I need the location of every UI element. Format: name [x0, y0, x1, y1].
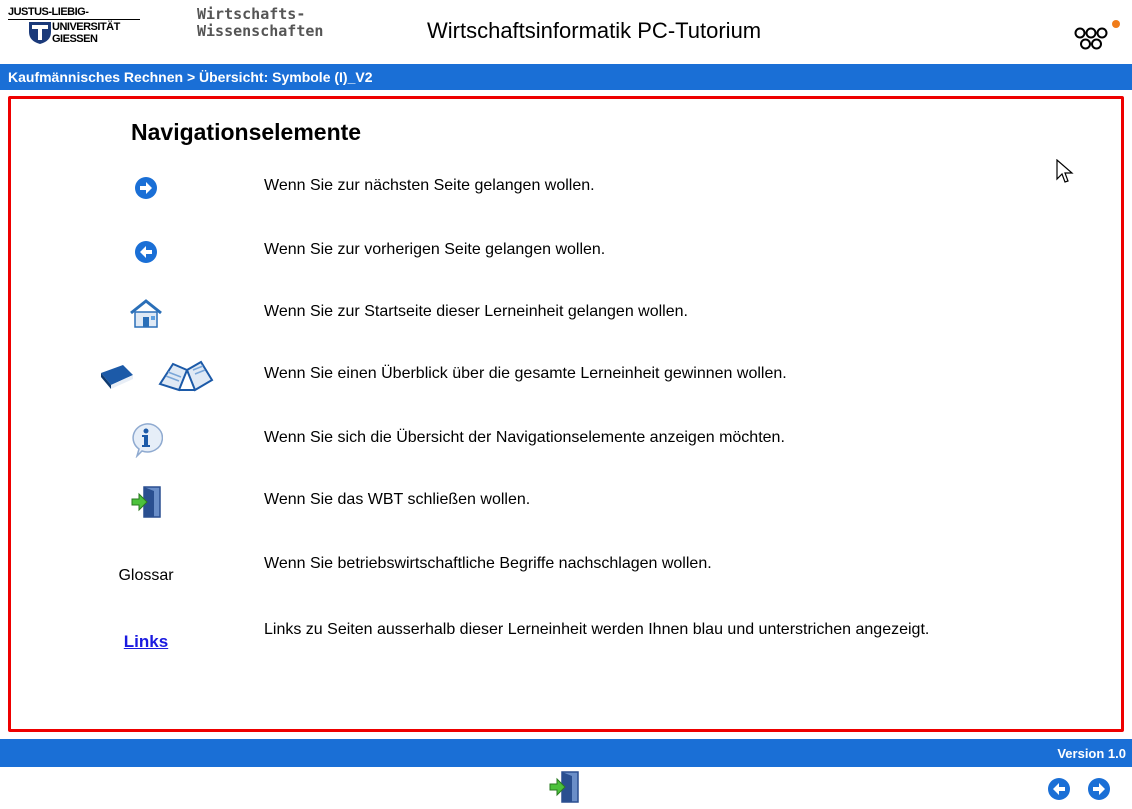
list-item: Wenn Sie zur vorherigen Seite gelangen w… — [11, 227, 1111, 277]
shield-icon — [29, 22, 51, 44]
faculty-line2: Wissenschaften — [197, 22, 324, 40]
logo-text-line1: JUSTUS-LIEBIG- — [8, 6, 89, 18]
ooo-logo-icon — [1074, 20, 1120, 50]
logo-text-line2: UNIVERSITÄT — [52, 21, 120, 33]
home-icon — [130, 299, 162, 328]
next-page-button[interactable] — [1087, 777, 1111, 806]
row-description: Wenn Sie betriebswirtschaftliche Begriff… — [264, 555, 712, 572]
row-description: Links zu Seiten ausserhalb dieser Lernei… — [264, 621, 930, 638]
list-item: Wenn Sie zur Startseite dieser Lerneinhe… — [11, 289, 1111, 339]
version-label: Version 1.0 — [1057, 746, 1126, 761]
list-item: Glossar Wenn Sie betriebswirtschaftliche… — [11, 541, 1111, 591]
icon-cell — [71, 477, 221, 527]
header: JUSTUS-LIEBIG- UNIVERSITÄT GIESSEN Wirts… — [0, 0, 1132, 64]
arrow-right-icon — [1088, 778, 1110, 800]
exit-door-icon — [549, 771, 579, 803]
logo-rule — [8, 19, 140, 20]
faculty-name: Wirtschafts- Wissenschaften — [197, 6, 323, 40]
row-description: Wenn Sie zur Startseite dieser Lerneinhe… — [264, 303, 688, 320]
list-item: Wenn Sie sich die Übersicht der Navigati… — [11, 415, 1111, 465]
list-item: Wenn Sie einen Überblick über die gesamt… — [11, 351, 1111, 401]
list-item: Wenn Sie zur nächsten Seite gelangen wol… — [11, 163, 1111, 213]
breadcrumb: Kaufmännisches Rechnen > Übersicht: Symb… — [8, 69, 373, 85]
icon-cell: Links — [71, 617, 221, 667]
icon-cell — [71, 163, 221, 213]
university-logo: JUSTUS-LIEBIG- UNIVERSITÄT GIESSEN — [8, 6, 148, 46]
icon-cell: Glossar — [71, 551, 221, 601]
row-description: Wenn Sie sich die Übersicht der Navigati… — [264, 429, 785, 446]
icon-cell — [71, 289, 221, 339]
row-description: Wenn Sie zur nächsten Seite gelangen wol… — [264, 177, 595, 194]
page-title: Navigationselemente — [131, 119, 362, 145]
app-title: Wirtschaftsinformatik PC-Tutorium — [427, 18, 762, 43]
exit-door-icon — [131, 486, 161, 518]
footer-bar: Version 1.0 — [0, 739, 1132, 767]
book-closed-icon — [101, 365, 133, 389]
icon-cell — [71, 227, 221, 277]
arrow-left-icon — [1048, 778, 1070, 800]
list-item: Links Links zu Seiten ausserhalb dieser … — [11, 607, 1111, 657]
arrow-left-icon — [135, 241, 157, 263]
glossar-label[interactable]: Glossar — [118, 567, 173, 585]
row-description: Wenn Sie einen Überblick über die gesamt… — [264, 365, 787, 382]
previous-page-button[interactable] — [1047, 777, 1071, 806]
row-description: Wenn Sie zur vorherigen Seite gelangen w… — [264, 241, 606, 258]
faculty-line1: Wirtschafts- — [197, 5, 306, 23]
footer-toolbar — [0, 767, 1132, 807]
content-frame: Navigationselemente Wenn Sie zur nächste… — [8, 96, 1124, 732]
row-description: Wenn Sie das WBT schließen wollen. — [264, 491, 531, 508]
logo-text-line3: GIESSEN — [52, 33, 98, 45]
exit-button[interactable] — [548, 770, 580, 809]
mouse-cursor-icon — [1056, 159, 1074, 183]
breadcrumb-bar: Kaufmännisches Rechnen > Übersicht: Symb… — [0, 64, 1132, 90]
book-open-icon — [158, 360, 214, 392]
links-label[interactable]: Links — [124, 632, 168, 652]
icon-cell — [71, 351, 241, 401]
list-item: Wenn Sie das WBT schließen wollen. — [11, 477, 1111, 527]
icon-cell — [71, 415, 221, 465]
arrow-right-icon — [135, 177, 157, 199]
info-icon — [132, 423, 163, 458]
